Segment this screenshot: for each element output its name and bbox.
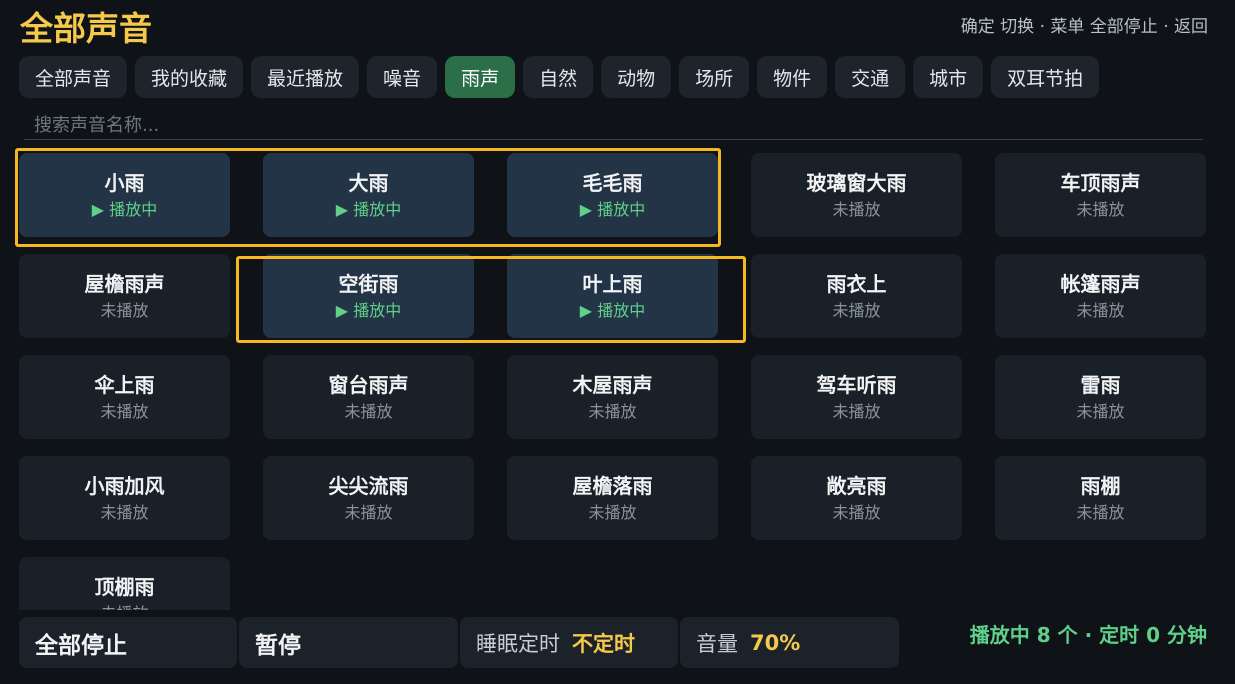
sound-grid: 小雨 ▶ 播放中 大雨 ▶ 播放中 毛毛雨 ▶ 播放中 玻璃窗大雨 未播放 车顶雨声 未播放 屋檐雨… [19,153,1206,610]
sleep-timer-label: 睡眠定时 [476,631,560,656]
sound-status: 未播放 [588,402,637,421]
tab-places[interactable]: 场所 [679,56,750,98]
tab-objects[interactable]: 物件 [757,56,828,98]
sound-status: 未播放 [100,402,149,421]
sound-name: 车顶雨声 [1060,171,1141,195]
sound-card[interactable]: 小雨加风 未播放 [19,456,230,540]
sound-name: 大雨 [348,171,389,195]
volume-value: 70% [750,630,801,655]
tab-recent[interactable]: 最近播放 [251,56,360,98]
sound-name: 小雨 [104,171,145,195]
sound-status: ▶ 播放中 [579,301,646,320]
sound-name: 玻璃窗大雨 [806,171,907,195]
sound-name: 叶上雨 [582,272,643,296]
sound-status: 未播放 [100,603,148,610]
sound-name: 驾车听雨 [816,373,897,397]
sound-name: 雨棚 [1080,474,1121,498]
sound-name: 雨衣上 [826,272,887,296]
sound-status: 未播放 [1076,503,1125,522]
volume-control[interactable]: 音量 70% [680,617,899,668]
key-hints: 确定 切换 · 菜单 全部停止 · 返回 [960,17,1208,37]
sound-card[interactable]: 空街雨 ▶ 播放中 [263,254,474,338]
sound-card[interactable]: 木屋雨声 未播放 [507,355,718,439]
sound-card[interactable]: 屋檐雨声 未播放 [19,254,230,338]
sound-name: 雷雨 [1080,373,1121,397]
sound-card[interactable]: 雨衣上 未播放 [751,254,962,338]
sound-name: 木屋雨声 [572,373,653,397]
sound-card[interactable]: 叶上雨 ▶ 播放中 [507,254,718,338]
sound-status: 未播放 [344,402,393,421]
sound-card[interactable]: 小雨 ▶ 播放中 [19,153,230,237]
sound-status: ▶ 播放中 [335,200,402,219]
sound-card[interactable]: 玻璃窗大雨 未播放 [751,153,962,237]
sound-status: ▶ 播放中 [91,200,158,219]
search-input[interactable]: 搜索声音名称... [24,108,1203,140]
sound-card[interactable]: 大雨 ▶ 播放中 [263,153,474,237]
sound-card[interactable]: 驾车听雨 未播放 [751,355,962,439]
stop-all-button[interactable]: 全部停止 [19,617,237,668]
sound-status: ▶ 播放中 [579,200,646,219]
tab-all-sounds[interactable]: 全部声音 [19,56,128,98]
sound-status: 未播放 [1076,402,1125,421]
playback-status: 播放中 8 个 · 定时 0 分钟 [969,623,1207,647]
sleep-timer-value: 不定时 [572,631,635,656]
tab-traffic[interactable]: 交通 [835,56,906,98]
sleep-timer-button[interactable]: 睡眠定时 不定时 [460,617,678,668]
sound-name: 帐篷雨声 [1060,272,1141,296]
sound-status: 未播放 [100,503,149,522]
sound-name: 毛毛雨 [582,171,643,195]
sound-card[interactable]: 窗台雨声 未播放 [263,355,474,439]
sound-card[interactable]: 顶棚雨未播放 [19,557,230,610]
sound-status: 未播放 [344,503,393,522]
sound-status: ▶ 播放中 [335,301,402,320]
sound-name: 屋檐落雨 [572,474,653,498]
sound-name: 屋檐雨声 [84,272,165,296]
category-tabs: 全部声音 我的收藏 最近播放 噪音 雨声 自然 动物 场所 物件 交通 城市 双… [19,56,1100,98]
sound-card[interactable]: 雷雨 未播放 [995,355,1206,439]
sound-name: 顶棚雨 [94,575,155,599]
bottom-bar: 全部停止 暂停 睡眠定时 不定时 音量 70% [19,617,901,668]
tab-binaural[interactable]: 双耳节拍 [991,56,1100,98]
sound-status: 未播放 [832,301,881,320]
sound-status: 未播放 [588,503,637,522]
sound-status: 未播放 [832,200,881,219]
app-title: 全部声音 [20,9,152,48]
sound-status: 未播放 [832,402,881,421]
sound-name: 空街雨 [338,272,399,296]
tab-favorites[interactable]: 我的收藏 [135,56,244,98]
sound-status: 未播放 [1076,200,1125,219]
sound-card[interactable]: 帐篷雨声 未播放 [995,254,1206,338]
sound-grid-viewport: 小雨 ▶ 播放中 大雨 ▶ 播放中 毛毛雨 ▶ 播放中 玻璃窗大雨 未播放 车顶雨声 未播放 屋檐雨… [0,140,1235,610]
pause-button[interactable]: 暂停 [239,617,458,668]
sound-card[interactable]: 毛毛雨 ▶ 播放中 [507,153,718,237]
sound-name: 尖尖流雨 [328,474,409,498]
tab-city[interactable]: 城市 [913,56,984,98]
sound-card[interactable]: 车顶雨声 未播放 [995,153,1206,237]
volume-label: 音量 [696,631,738,656]
tab-nature[interactable]: 自然 [523,56,594,98]
sound-card[interactable]: 屋檐落雨 未播放 [507,456,718,540]
sound-status: 未播放 [832,503,881,522]
sound-card[interactable]: 伞上雨 未播放 [19,355,230,439]
sound-name: 伞上雨 [94,373,155,397]
sound-card[interactable]: 雨棚 未播放 [995,456,1206,540]
sound-card[interactable]: 尖尖流雨 未播放 [263,456,474,540]
sound-name: 窗台雨声 [328,373,409,397]
tab-noise[interactable]: 噪音 [367,56,438,98]
tab-animals[interactable]: 动物 [601,56,672,98]
sound-name: 小雨加风 [84,474,165,498]
tab-rain[interactable]: 雨声 [445,56,516,98]
sound-status: 未播放 [100,301,149,320]
sound-card[interactable]: 敞亮雨 未播放 [751,456,962,540]
sound-name: 敞亮雨 [826,474,887,498]
sound-status: 未播放 [1076,301,1125,320]
